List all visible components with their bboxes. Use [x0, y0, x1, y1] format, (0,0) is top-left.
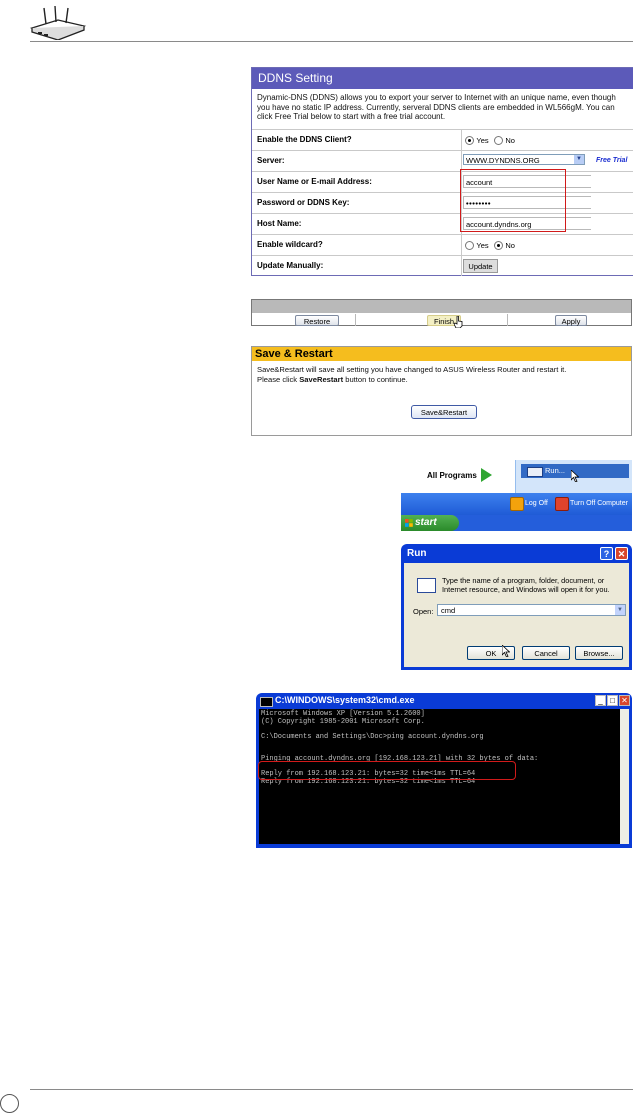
- server-select-value: WWW.DYNDNS.ORG: [466, 156, 540, 165]
- open-combobox[interactable]: cmd ▼: [437, 604, 626, 616]
- header-rule: [30, 41, 633, 42]
- row-update: Update Manually: Update: [252, 255, 633, 276]
- restore-button[interactable]: Restore: [295, 315, 339, 326]
- chevron-down-icon[interactable]: ▼: [574, 155, 584, 164]
- save-restart-line2: Please click SaveRestart button to conti…: [257, 375, 626, 385]
- page-number-circle: [0, 1094, 19, 1113]
- label-enable-ddns: Enable the DDNS Client?: [257, 135, 352, 144]
- wildcard-no-radio[interactable]: [494, 241, 503, 251]
- reply-highlight-box: [258, 761, 516, 780]
- enable-ddns-yes-label: Yes: [476, 136, 489, 146]
- label-password: Password or DDNS Key:: [257, 198, 350, 207]
- label-hostname: Host Name:: [257, 219, 302, 228]
- all-programs-item[interactable]: All Programs: [427, 471, 477, 480]
- cmd-line: C:\Documents and Settings\Doc>ping accou…: [261, 732, 484, 741]
- run-dialog-title: Run: [407, 548, 427, 559]
- console-icon: [260, 697, 273, 707]
- start-menu: All Programs Run... Log Off Turn Off Com…: [401, 460, 632, 531]
- ddns-description: Dynamic-DNS (DDNS) allows you to export …: [257, 93, 616, 122]
- start-button[interactable]: start: [401, 515, 459, 531]
- cmd-line: (C) Copyright 1985-2001 Microsoft Corp.: [261, 717, 425, 726]
- save-restart-button[interactable]: Save&Restart: [411, 405, 477, 419]
- enable-ddns-yes-radio[interactable]: [465, 136, 474, 146]
- free-trial-link[interactable]: Free Trial: [596, 157, 627, 164]
- label-server: Server:: [257, 156, 285, 165]
- save-restart-line2-suffix: button to continue.: [343, 374, 408, 384]
- run-menu-label: Run...: [545, 466, 566, 475]
- ddns-setting-panel: DDNS Setting Dynamic-DNS (DDNS) allows y…: [251, 67, 633, 276]
- run-dialog: Run ? ✕ Type the name of a program, fold…: [401, 544, 632, 670]
- highlight-box: [460, 169, 566, 232]
- run-icon: [527, 467, 543, 477]
- power-icon[interactable]: [555, 497, 569, 511]
- enable-ddns-no-label: No: [505, 136, 515, 146]
- wildcard-no-label: No: [505, 241, 515, 251]
- log-off-button[interactable]: Log Off: [525, 500, 548, 507]
- save-restart-line2-prefix: Please click: [257, 374, 300, 384]
- row-hostname: Host Name: account.dyndns.org: [252, 213, 633, 234]
- save-restart-panel: Save & Restart Save&Restart will save al…: [251, 346, 632, 436]
- help-icon[interactable]: ?: [600, 547, 613, 560]
- minimize-icon[interactable]: _: [595, 695, 606, 706]
- run-program-icon: [417, 578, 436, 593]
- arrow-cursor-icon: [502, 645, 510, 657]
- open-label: Open:: [413, 607, 434, 616]
- run-dialog-message: Type the name of a program, folder, docu…: [442, 576, 610, 594]
- open-combobox-value: cmd: [441, 606, 456, 615]
- cmd-line: [261, 741, 618, 749]
- browse-button[interactable]: Browse...: [575, 646, 623, 660]
- ddns-title: DDNS Setting: [252, 68, 633, 89]
- save-restart-line2-bold: SaveRestart: [299, 374, 344, 384]
- hand-cursor-icon: [454, 316, 463, 328]
- cmd-window-title: C:\WINDOWS\system32\cmd.exe: [275, 695, 415, 705]
- row-server: Server: WWW.DYNDNS.ORG ▼ Free Trial: [252, 150, 633, 171]
- footer-rule: [30, 1089, 633, 1090]
- start-label: start: [415, 517, 437, 528]
- row-username: User Name or E-mail Address: account: [252, 171, 633, 192]
- wildcard-yes-radio[interactable]: [465, 241, 474, 251]
- save-restart-line1: Save&Restart will save all setting you h…: [257, 365, 567, 374]
- button-bar: Restore Finish Apply: [251, 299, 632, 326]
- server-select[interactable]: WWW.DYNDNS.ORG ▼: [463, 154, 585, 165]
- save-restart-title: Save & Restart: [252, 347, 631, 361]
- close-icon[interactable]: ✕: [619, 695, 630, 706]
- row-enable-ddns: Enable the DDNS Client? Yes No: [252, 129, 633, 150]
- windows-flag-icon: [405, 519, 413, 527]
- wildcard-yes-label: Yes: [476, 241, 489, 251]
- cancel-button[interactable]: Cancel: [522, 646, 570, 660]
- label-username: User Name or E-mail Address:: [257, 177, 372, 186]
- label-wildcard: Enable wildcard?: [257, 240, 323, 249]
- row-wildcard: Enable wildcard? Yes No: [252, 234, 633, 255]
- enable-ddns-no-radio[interactable]: [494, 136, 503, 146]
- arrow-right-icon: [481, 468, 492, 482]
- save-restart-description: Save&Restart will save all setting you h…: [252, 361, 631, 388]
- maximize-icon[interactable]: □: [607, 695, 618, 706]
- scrollbar[interactable]: [620, 709, 629, 844]
- chevron-down-icon[interactable]: ▼: [615, 605, 625, 615]
- row-password: Password or DDNS Key: ••••••••: [252, 192, 633, 213]
- apply-button[interactable]: Apply: [555, 315, 587, 326]
- close-icon[interactable]: ✕: [615, 547, 628, 560]
- arrow-cursor-icon: [571, 470, 579, 482]
- update-button[interactable]: Update: [463, 259, 498, 273]
- router-icon: [29, 6, 87, 40]
- label-update: Update Manually:: [257, 261, 324, 270]
- turn-off-button[interactable]: Turn Off Computer: [570, 500, 628, 507]
- key-icon[interactable]: [510, 497, 524, 511]
